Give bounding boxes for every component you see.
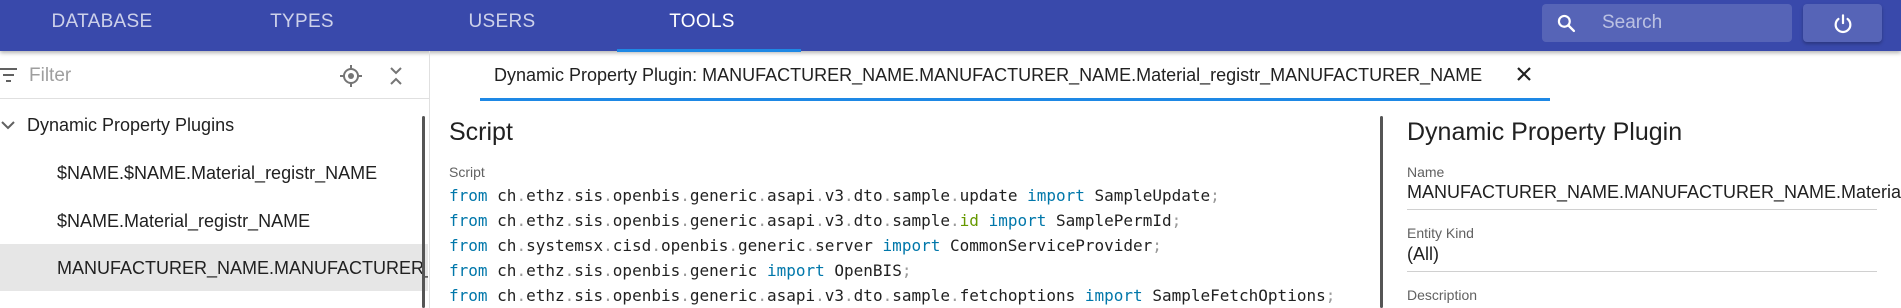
code-line: from ch.ethz.sis.openbis.generic.asapi.v…: [449, 286, 1336, 305]
code-line: from ch.ethz.sis.openbis.generic import …: [449, 261, 912, 280]
filter-icon: [0, 67, 18, 88]
nav-tab-users[interactable]: USERS: [450, 0, 554, 51]
description-label: Description: [1407, 287, 1478, 303]
script-panel: Script Script from ch.ethz.sis.openbis.g…: [431, 101, 1382, 308]
code-line: from ch.ethz.sis.openbis.generic.asapi.v…: [449, 211, 1182, 230]
script-field-label: Script: [449, 164, 485, 180]
locate-icon[interactable]: [339, 64, 363, 93]
code-line: from ch.systemsx.cisd.openbis.generic.se…: [449, 236, 1162, 255]
nav-tab-types[interactable]: TYPES: [252, 0, 352, 51]
name-label: Name: [1407, 164, 1445, 180]
chevron-down-icon[interactable]: [0, 117, 16, 138]
tab-bar: Dynamic Property Plugin: MANUFACTURER_NA…: [431, 51, 1901, 101]
tab-dynamic-property-plugin[interactable]: Dynamic Property Plugin: MANUFACTURER_NA…: [480, 51, 1550, 101]
tree-root-label: Dynamic Property Plugins: [27, 115, 235, 135]
divider: [1407, 271, 1877, 272]
tree-root-node[interactable]: Dynamic Property Plugins: [0, 111, 420, 143]
tree-item-selected[interactable]: MANUFACTURER_NAME.MANUFACTURER_NAME.Mate…: [0, 244, 428, 291]
details-title: Dynamic Property Plugin: [1407, 118, 1683, 146]
tree-item-label: $NAME.$NAME.Material_registr_NAME: [57, 163, 378, 183]
name-value: MANUFACTURER_NAME.MANUFACTURER_NAME.Mate…: [1407, 182, 1901, 202]
nav-tab-database[interactable]: DATABASE: [50, 0, 154, 51]
power-icon: [1834, 14, 1852, 34]
collapse-all-icon[interactable]: [386, 65, 406, 92]
tree-item[interactable]: $NAME.$NAME.Material_registr_NAME: [0, 149, 428, 196]
tree-item-label: $NAME.Material_registr_NAME: [57, 211, 311, 231]
filter-row: [0, 51, 430, 99]
tab-label: Dynamic Property Plugin: MANUFACTURER_NA…: [494, 65, 1483, 85]
divider: [1407, 209, 1877, 210]
script-title: Script: [449, 118, 513, 146]
filter-input[interactable]: [29, 61, 309, 91]
tree-item-label: MANUFACTURER_NAME.MANUFACTURER_NAME.Mate…: [57, 258, 428, 278]
app-bar: DATABASE TYPES USERS TOOLS: [0, 0, 1901, 52]
code-line: from ch.ethz.sis.openbis.generic.asapi.v…: [449, 186, 1220, 205]
sidebar: Dynamic Property Plugins $NAME.$NAME.Mat…: [0, 51, 430, 308]
search-input[interactable]: [1602, 4, 1782, 42]
details-panel: Dynamic Property Plugin Name MANUFACTURE…: [1387, 101, 1901, 308]
search-icon: [1556, 13, 1576, 33]
script-scrollbar[interactable]: [1380, 116, 1383, 308]
sidebar-scrollbar[interactable]: [422, 116, 425, 308]
entity-kind-label: Entity Kind: [1407, 225, 1474, 241]
tree-item[interactable]: $NAME.Material_registr_NAME: [0, 197, 428, 244]
search-box: [1542, 4, 1792, 42]
logout-button[interactable]: [1803, 4, 1882, 42]
entity-kind-value: (All): [1407, 244, 1439, 264]
nav-tab-tools[interactable]: TOOLS: [650, 0, 754, 51]
close-icon[interactable]: [1515, 65, 1533, 88]
script-editor[interactable]: from ch.ethz.sis.openbis.generic.asapi.v…: [449, 183, 1335, 308]
